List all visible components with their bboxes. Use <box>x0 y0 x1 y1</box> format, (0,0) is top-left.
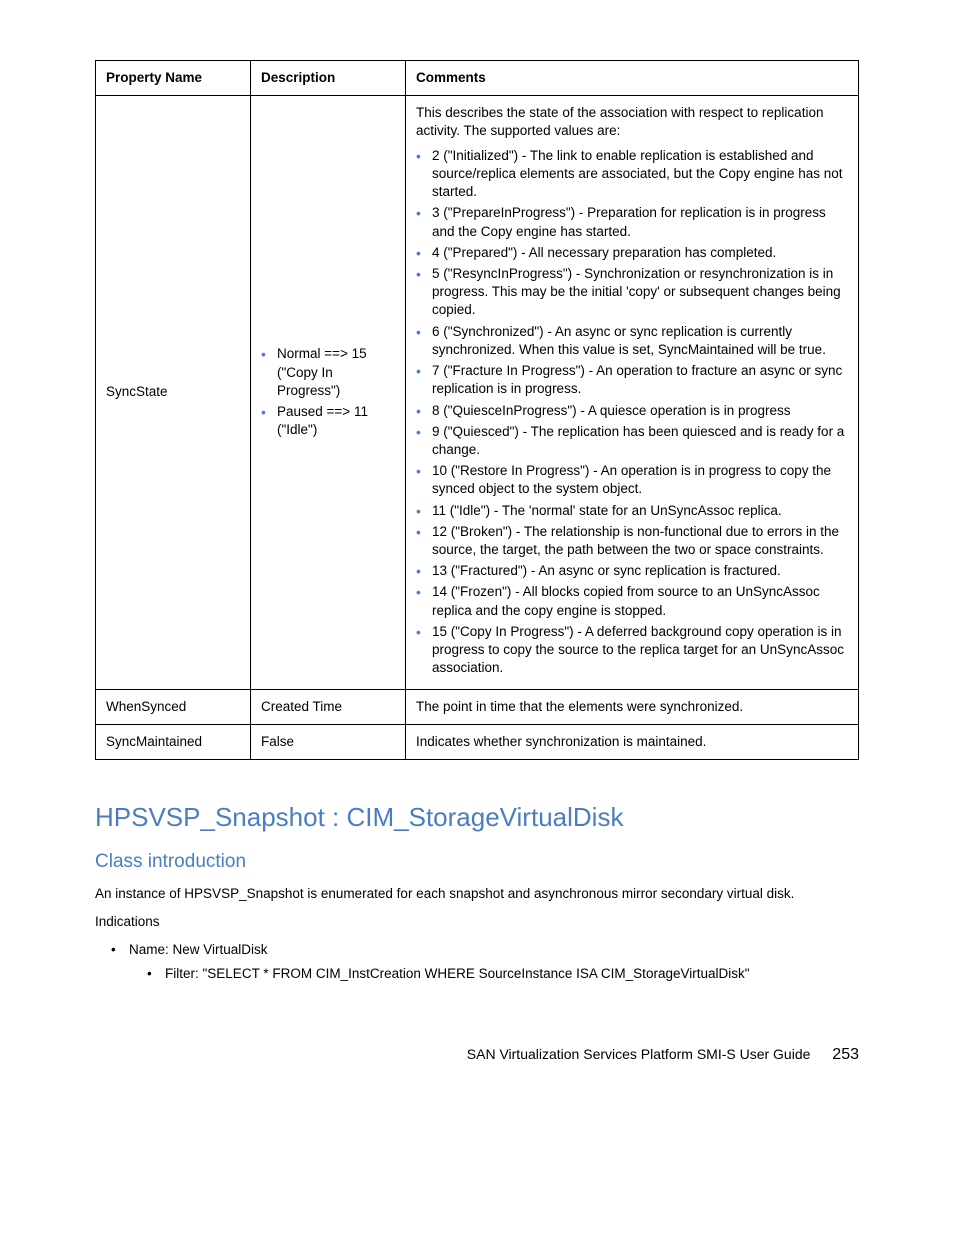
section-title: HPSVSP_Snapshot : CIM_StorageVirtualDisk <box>95 800 859 835</box>
footer-page-number: 253 <box>832 1046 859 1063</box>
comment-item: 12 ("Broken") - The relationship is non-… <box>416 523 848 559</box>
indication-name-text: Name: New VirtualDisk <box>129 942 268 957</box>
cell-description: Normal ==> 15 ("Copy In Progress") Pause… <box>251 96 406 689</box>
comments-intro: This describes the state of the associat… <box>416 104 848 140</box>
section-subtitle: Class introduction <box>95 849 859 875</box>
desc-item: Paused ==> 11 ("Idle") <box>261 403 395 439</box>
cell-comments: Indicates whether synchronization is mai… <box>406 724 859 759</box>
indication-filter: Filter: "SELECT * FROM CIM_InstCreation … <box>147 965 859 983</box>
indications-label: Indications <box>95 913 859 931</box>
cell-comments: The point in time that the elements were… <box>406 689 859 724</box>
col-property-name: Property Name <box>96 61 251 96</box>
cell-property: WhenSynced <box>96 689 251 724</box>
table-row: SyncState Normal ==> 15 ("Copy In Progre… <box>96 96 859 689</box>
property-table: Property Name Description Comments SyncS… <box>95 60 859 760</box>
comment-item: 4 ("Prepared") - All necessary preparati… <box>416 244 848 262</box>
cell-comments: This describes the state of the associat… <box>406 96 859 689</box>
comment-item: 6 ("Synchronized") - An async or sync re… <box>416 323 848 359</box>
comment-item: 14 ("Frozen") - All blocks copied from s… <box>416 583 848 619</box>
cell-property: SyncMaintained <box>96 724 251 759</box>
page-footer: SAN Virtualization Services Platform SMI… <box>95 1044 859 1066</box>
comment-item: 10 ("Restore In Progress") - An operatio… <box>416 462 848 498</box>
comment-item: 7 ("Fracture In Progress") - An operatio… <box>416 362 848 398</box>
intro-paragraph: An instance of HPSVSP_Snapshot is enumer… <box>95 885 859 903</box>
comment-item: 5 ("ResyncInProgress") - Synchronization… <box>416 265 848 320</box>
col-comments: Comments <box>406 61 859 96</box>
comment-item: 3 ("PrepareInProgress") - Preparation fo… <box>416 204 848 240</box>
cell-property: SyncState <box>96 96 251 689</box>
cell-description: Created Time <box>251 689 406 724</box>
footer-title: SAN Virtualization Services Platform SMI… <box>467 1046 811 1062</box>
comment-item: 9 ("Quiesced") - The replication has bee… <box>416 423 848 459</box>
table-row: WhenSynced Created Time The point in tim… <box>96 689 859 724</box>
comment-item: 8 ("QuiesceInProgress") - A quiesce oper… <box>416 402 848 420</box>
comment-item: 2 ("Initialized") - The link to enable r… <box>416 147 848 202</box>
comment-item: 15 ("Copy In Progress") - A deferred bac… <box>416 623 848 678</box>
cell-description: False <box>251 724 406 759</box>
indication-name: Name: New VirtualDisk Filter: "SELECT * … <box>111 941 859 983</box>
comment-item: 13 ("Fractured") - An async or sync repl… <box>416 562 848 580</box>
desc-item: Normal ==> 15 ("Copy In Progress") <box>261 345 395 400</box>
table-row: SyncMaintained False Indicates whether s… <box>96 724 859 759</box>
comment-item: 11 ("Idle") - The 'normal' state for an … <box>416 502 848 520</box>
col-description: Description <box>251 61 406 96</box>
